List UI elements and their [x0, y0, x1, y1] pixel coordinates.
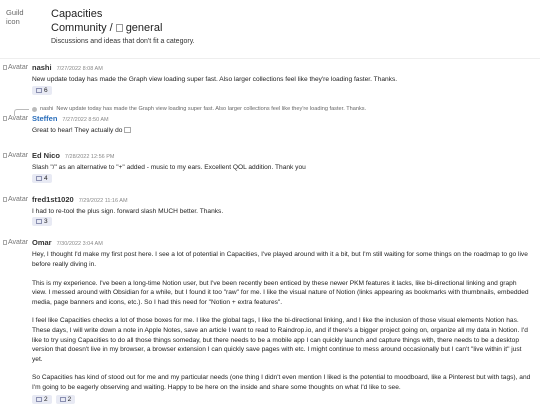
reply-preview[interactable]: nashi New update today has made the Grap… — [32, 105, 540, 114]
reaction-bar: 6 — [32, 85, 540, 95]
message-content: Slash "/" as an alternative to "+" added… — [32, 164, 306, 172]
channel-icon — [115, 24, 123, 32]
message-timestamp: 7/30/2022 3:04 AM — [56, 241, 103, 248]
avatar-alt-text: Avatar — [8, 195, 29, 203]
avatar-alt-text: Avatar — [8, 114, 29, 122]
message-author[interactable]: Steffen — [32, 114, 57, 123]
avatar[interactable]: Avatar — [3, 64, 28, 71]
reaction-bar: 3 — [32, 217, 540, 227]
reaction-count: 3 — [44, 218, 48, 226]
heart-icon — [59, 396, 66, 402]
avatar-alt-text: Avatar — [8, 239, 29, 247]
message-paragraph: Hey, I thought I'd make my first post he… — [32, 251, 528, 268]
broken-image-icon — [3, 65, 7, 70]
header-divider — [0, 58, 540, 59]
thumbs-up-icon — [36, 87, 42, 93]
channel-header: Guild icon Capacities Community / genera… — [0, 0, 540, 58]
message-timestamp: 7/27/2022 8:08 AM — [56, 66, 103, 72]
channel-name: general — [125, 22, 163, 34]
guild-name: Capacities — [51, 8, 103, 20]
reply-author: nashi — [40, 106, 54, 113]
message-author[interactable]: Omar — [32, 238, 52, 247]
message-content: Great to hear! They actually do — [32, 126, 540, 136]
broken-image-icon — [3, 153, 7, 159]
message-content: New update today has made the Graph view… — [32, 76, 398, 83]
channel-breadcrumb: Community / general — [51, 22, 162, 34]
message-content: Hey, I thought I'd make my first post he… — [32, 250, 540, 392]
reaction-thumbs-up[interactable]: 3 — [32, 217, 52, 227]
message: Avatar Omar 7/30/2022 3:04 AM Hey, I tho… — [0, 238, 540, 404]
channel-description: Discussions and ideas that don't fit a c… — [51, 38, 195, 45]
reaction-thumbs-up[interactable]: 6 — [32, 85, 52, 95]
message-author[interactable]: nashi — [32, 63, 52, 72]
message-timestamp: 7/28/2022 12:56 PM — [64, 154, 115, 161]
reaction-count: 2 — [67, 395, 72, 403]
message-content: I had to re-tool the plus sign. forward … — [32, 207, 224, 215]
category-name: Community — [51, 22, 107, 34]
reaction-heart[interactable]: 2 — [55, 394, 76, 404]
thumbs-up-icon — [36, 219, 42, 225]
thumbs-up-icon — [36, 175, 42, 181]
avatar-alt-text: Avatar — [8, 152, 29, 160]
reaction-count: 2 — [44, 395, 48, 403]
message: Avatar nashi 7/27/2022 8:08 AM New updat… — [0, 63, 540, 95]
message-paragraph: I feel like Capacities checks a lot of t… — [32, 317, 528, 363]
message: Avatar fred1st1020 7/29/2022 11:16 AM I … — [0, 195, 540, 227]
thumbs-up-icon — [36, 396, 42, 402]
broken-image-icon — [3, 196, 7, 202]
reaction-bar: 2 2 — [32, 394, 540, 404]
message-author[interactable]: Ed Nico — [32, 151, 60, 160]
reaction-count: 6 — [44, 86, 48, 94]
reaction-count: 4 — [44, 174, 48, 182]
reaction-thumbs-up[interactable]: 2 — [32, 394, 52, 404]
avatar-alt-text: Avatar — [8, 64, 29, 71]
breadcrumb-separator: / — [109, 22, 113, 34]
custom-emoji-icon — [124, 126, 132, 133]
reply-text: New update today has made the Graph view… — [56, 106, 367, 113]
avatar[interactable]: Avatar — [3, 115, 28, 122]
avatar[interactable]: Avatar — [3, 152, 28, 159]
broken-image-icon — [3, 240, 7, 246]
reaction-bar: 4 — [32, 173, 540, 183]
avatar[interactable]: Avatar — [3, 196, 28, 203]
message-paragraph: This is my experience. I've been a long-… — [32, 279, 529, 306]
message-timestamp: 7/29/2022 11:16 AM — [78, 197, 128, 204]
reaction-thumbs-up[interactable]: 4 — [32, 173, 52, 183]
avatar[interactable]: Avatar — [3, 239, 28, 246]
reply-avatar — [32, 106, 37, 112]
message-timestamp: 7/27/2022 8:50 AM — [62, 116, 109, 123]
message-text: Great to hear! They actually do — [32, 126, 123, 134]
message-list: Avatar nashi 7/27/2022 8:08 AM New updat… — [0, 60, 540, 404]
message: nashi New update today has made the Grap… — [0, 105, 540, 136]
broken-image-icon — [3, 115, 7, 121]
guild-icon: Guild icon — [6, 8, 24, 26]
message-author[interactable]: fred1st1020 — [32, 195, 74, 204]
message: Avatar Ed Nico 7/28/2022 12:56 PM Slash … — [0, 151, 540, 183]
message-paragraph: So Capacities has kind of stood out for … — [32, 374, 531, 391]
